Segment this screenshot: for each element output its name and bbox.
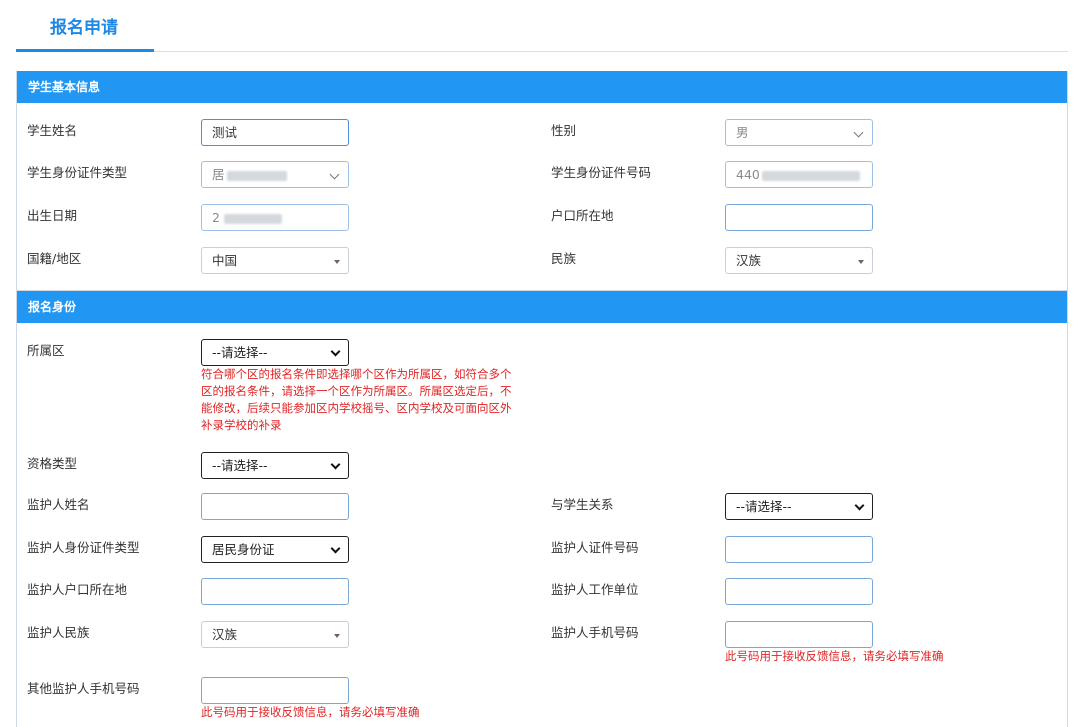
guardian-id-number-field[interactable] — [725, 536, 873, 563]
gender-value: 男 — [736, 125, 749, 140]
guardian-workplace-label: 监护人工作单位 — [551, 582, 639, 597]
qualification-select[interactable]: --请选择-- — [201, 452, 349, 479]
caret-down-icon — [858, 260, 864, 264]
district-select[interactable]: --请选择-- — [201, 339, 349, 366]
student-info-panel: 学生基本信息 — [16, 71, 1068, 291]
guardian-name-label: 监护人姓名 — [27, 497, 90, 512]
guardian-phone-label: 监护人手机号码 — [551, 625, 639, 640]
guardian-phone-hint: 此号码用于接收反馈信息，请务必填写准确 — [725, 649, 944, 663]
guardian-hukou-label: 监护人户口所在地 — [27, 582, 128, 597]
ethnicity-value: 汉族 — [736, 253, 762, 268]
guardian-id-type-label: 监护人身份证件类型 — [27, 540, 140, 555]
chevron-down-icon — [330, 459, 341, 470]
student-id-number-field[interactable]: 440 — [725, 161, 873, 188]
guardian-id-type-select[interactable]: 居民身份证 — [201, 536, 349, 563]
chevron-down-icon — [330, 346, 341, 357]
student-id-type-value: 居 — [212, 167, 225, 182]
nationality-value: 中国 — [212, 253, 238, 268]
redacted-block — [226, 170, 287, 181]
student-id-type-select[interactable]: 居 — [201, 161, 349, 188]
guardian-id-type-value: 居民身份证 — [212, 542, 275, 557]
relation-value: --请选择-- — [736, 499, 792, 514]
chevron-down-icon — [854, 500, 865, 511]
other-guardian-phone-field[interactable] — [201, 677, 349, 704]
student-id-number-value: 440 — [736, 167, 760, 182]
gender-label: 性别 — [551, 123, 577, 138]
guardian-hukou-field[interactable] — [201, 578, 349, 605]
redacted-block — [761, 170, 860, 181]
guardian-id-number-label: 监护人证件号码 — [551, 540, 639, 555]
chevron-down-icon — [329, 169, 340, 180]
district-hint-line: 符合哪个区的报名条件即选择哪个区作为所属区，如符合多个 — [201, 367, 512, 381]
district-hint-line: 区的报名条件，请选择一个区作为所属区。所属区选定后，不 — [201, 384, 512, 398]
guardian-ethnicity-value: 汉族 — [212, 627, 238, 642]
qualification-value: --请选择-- — [212, 458, 268, 473]
application-identity-header: 报名身份 — [17, 291, 1067, 323]
tab-registration-label: 报名申请 — [50, 18, 118, 38]
other-guardian-phone-hint: 此号码用于接收反馈信息，请务必填写准确 — [201, 705, 420, 719]
student-info-header: 学生基本信息 — [17, 71, 1067, 103]
caret-down-icon — [334, 634, 340, 638]
tab-registration[interactable]: 报名申请 — [16, 0, 154, 52]
nationality-select[interactable]: 中国 — [201, 247, 349, 274]
student-name-label: 学生姓名 — [27, 123, 78, 138]
district-hint: 符合哪个区的报名条件即选择哪个区作为所属区，如符合多个 区的报名条件，请选择一个… — [201, 366, 541, 434]
birth-date-field[interactable]: 2 — [201, 204, 349, 231]
guardian-phone-field[interactable] — [725, 621, 873, 648]
relation-label: 与学生关系 — [551, 497, 614, 512]
ethnicity-label: 民族 — [551, 251, 577, 266]
chevron-down-icon — [330, 543, 341, 554]
redacted-block — [223, 213, 282, 224]
nationality-label: 国籍/地区 — [27, 251, 82, 266]
student-name-value: 测试 — [212, 125, 238, 140]
district-hint-line: 能修改，后续只能参加区内学校摇号、区内学校及可面向区外 — [201, 401, 512, 415]
guardian-name-field[interactable] — [201, 493, 349, 520]
ethnicity-select[interactable]: 汉族 — [725, 247, 873, 274]
guardian-ethnicity-select[interactable]: 汉族 — [201, 621, 349, 648]
student-id-type-label: 学生身份证件类型 — [27, 165, 128, 180]
other-guardian-phone-label: 其他监护人手机号码 — [27, 681, 140, 696]
qualification-label: 资格类型 — [27, 456, 78, 471]
hukou-field[interactable] — [725, 204, 873, 231]
guardian-workplace-field[interactable] — [725, 578, 873, 605]
caret-down-icon — [334, 260, 340, 264]
district-value: --请选择-- — [212, 345, 268, 360]
chevron-down-icon — [853, 127, 864, 138]
district-label: 所属区 — [27, 343, 65, 358]
birth-date-label: 出生日期 — [27, 208, 78, 223]
district-hint-line: 补录学校的补录 — [201, 418, 282, 432]
gender-select[interactable]: 男 — [725, 119, 873, 146]
birth-date-value: 2 — [212, 210, 220, 225]
tab-bar: 报名申请 — [16, 0, 1068, 52]
student-name-field[interactable]: 测试 — [201, 119, 349, 146]
hukou-label: 户口所在地 — [551, 208, 614, 223]
guardian-ethnicity-label: 监护人民族 — [27, 625, 90, 640]
student-id-number-label: 学生身份证件号码 — [551, 165, 652, 180]
relation-select[interactable]: --请选择-- — [725, 493, 873, 520]
